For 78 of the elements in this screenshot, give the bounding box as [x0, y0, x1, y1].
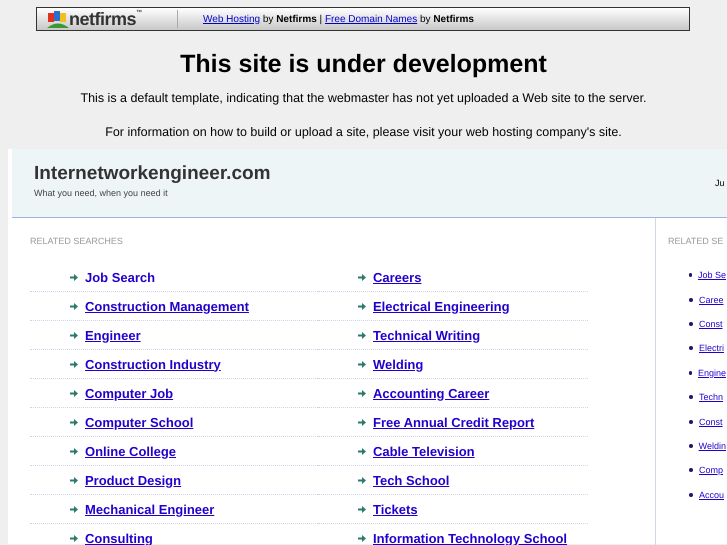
section-title: RELATED SEARCHES	[29, 236, 124, 246]
search-link[interactable]: Construction Management	[85, 298, 249, 314]
search-link[interactable]: Job Se	[698, 270, 726, 280]
search-link[interactable]: Const	[699, 416, 723, 427]
bullet-icon	[689, 492, 693, 497]
bullet-icon	[689, 420, 693, 424]
arrow-icon	[70, 534, 78, 542]
bullet-icon	[689, 444, 693, 448]
info-paragraph: For information on how to build or upload a site, please visit your web hosting company's site.	[104, 125, 623, 139]
header-text: Ju	[715, 178, 725, 188]
bullet-icon	[689, 273, 692, 278]
page-heading: This site is under development	[179, 49, 548, 79]
bullet-icon	[689, 370, 692, 375]
arrow-icon	[358, 534, 366, 542]
search-link[interactable]: Electri	[699, 343, 724, 354]
search-link[interactable]: Weldin	[698, 440, 726, 451]
arrow-icon	[358, 302, 366, 310]
search-link[interactable]: Techn	[699, 392, 724, 402]
site-tagline: What you need, when you need it	[34, 188, 169, 198]
search-link[interactable]: Information Technology School	[373, 530, 568, 545]
search-link[interactable]: Job Search	[85, 270, 156, 284]
arrow-icon	[358, 360, 366, 368]
arrow-icon	[70, 506, 78, 512]
arrow-icon	[70, 476, 78, 484]
search-link[interactable]: Computer Job	[85, 386, 174, 400]
arrow-icon	[358, 476, 366, 484]
search-link[interactable]: Welding	[373, 356, 424, 372]
arrow-icon	[70, 302, 78, 310]
arrow-icon	[70, 418, 78, 426]
search-link[interactable]: Careers	[373, 270, 422, 284]
search-link[interactable]: Computer School	[85, 414, 194, 430]
search-link[interactable]: Online College	[85, 444, 176, 458]
search-link[interactable]: Caree	[699, 294, 724, 305]
site-title[interactable]: Internetworkengineer.com	[34, 163, 672, 185]
bullet-icon	[689, 298, 693, 302]
netfirms-logo[interactable]: netfirms	[69, 10, 136, 28]
arrow-icon	[70, 274, 78, 280]
banner-text: by	[418, 14, 432, 24]
arrow-icon	[70, 448, 78, 454]
arrow-icon	[358, 274, 366, 280]
search-link[interactable]: Tech School	[373, 472, 450, 488]
info-paragraph: This is a default template, indicating that the webmaster has not yet uploaded a Web site to the server.	[79, 91, 648, 105]
search-link[interactable]: Technical Writing	[373, 328, 480, 342]
banner-text: |	[318, 14, 324, 24]
search-link[interactable]: Cable Television	[373, 444, 475, 458]
search-link[interactable]: Mechanical Engineer	[85, 502, 214, 516]
bullet-icon	[689, 468, 693, 472]
search-link[interactable]: Accounting Career	[373, 386, 490, 400]
search-link[interactable]: Const	[699, 318, 723, 329]
hosting-link[interactable]: Free Domain Names	[324, 14, 418, 24]
brand-name: Netfirms	[276, 14, 317, 24]
bullet-icon	[689, 346, 693, 350]
brand-name: Netfirms	[433, 14, 474, 24]
bullet-icon	[689, 395, 693, 400]
arrow-icon	[358, 506, 366, 512]
search-link[interactable]: Construction Industry	[85, 356, 221, 372]
search-link[interactable]: Engineer	[85, 328, 141, 342]
search-link[interactable]: Consulting	[85, 530, 153, 545]
section-title: RELATED SE	[667, 236, 724, 246]
arrow-icon	[358, 332, 366, 338]
arrow-icon	[70, 360, 78, 368]
search-link[interactable]: Electrical Engineering	[373, 298, 510, 314]
flags-logo-icon	[47, 10, 69, 28]
arrow-icon	[358, 448, 366, 454]
hosting-link[interactable]: Web Hosting	[203, 14, 260, 24]
search-link[interactable]: Tickets	[373, 502, 418, 516]
search-link[interactable]: Engine	[698, 368, 726, 378]
arrow-icon	[358, 390, 366, 396]
arrow-icon	[358, 418, 366, 426]
search-link[interactable]: Product Design	[85, 472, 182, 488]
arrow-icon	[70, 332, 78, 338]
bullet-icon	[689, 322, 693, 326]
banner-text: by	[262, 14, 274, 24]
search-link[interactable]: Accou	[699, 490, 724, 500]
trademark-mark: ™	[136, 10, 142, 16]
search-link[interactable]: Comp	[699, 465, 724, 476]
arrow-icon	[70, 390, 78, 396]
search-link[interactable]: Free Annual Credit Report	[373, 414, 534, 430]
